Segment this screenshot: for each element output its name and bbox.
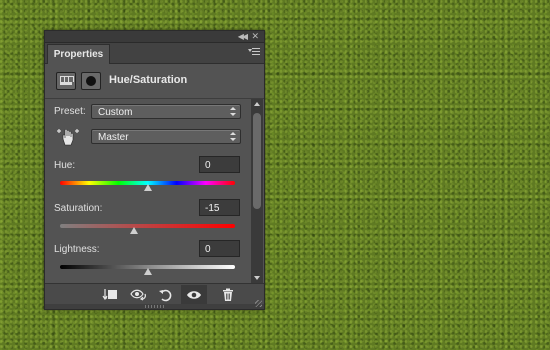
panel-title-bar[interactable]: ◀◀ ✕ (45, 31, 264, 43)
panel-tab-bar: Properties (45, 43, 264, 64)
channel-value: Master (98, 132, 129, 143)
adjustment-title: Hue/Saturation (109, 74, 188, 86)
preset-select[interactable]: Custom (91, 104, 241, 119)
view-previous-state-button[interactable] (125, 285, 151, 305)
scrollbar-thumb[interactable] (253, 113, 261, 209)
channel-select[interactable]: Master (91, 129, 241, 144)
saturation-slider-track[interactable] (60, 224, 235, 228)
panel-footer-toolbar (45, 283, 264, 305)
lightness-input[interactable]: 0 (199, 240, 240, 257)
resize-corner-icon[interactable] (255, 300, 262, 307)
toggle-visibility-button[interactable] (181, 285, 207, 305)
preset-value: Custom (98, 107, 133, 118)
close-icon[interactable]: ✕ (251, 31, 259, 42)
select-arrows-icon (230, 132, 236, 142)
collapse-panel-icon[interactable]: ◀◀ (238, 31, 248, 42)
adjustment-controls: Preset: Custom Master Hue: 0 Saturation:… (45, 99, 251, 283)
layer-mask-icon[interactable] (81, 72, 101, 90)
trash-icon (223, 288, 233, 301)
lightness-slider-thumb[interactable] (143, 268, 152, 275)
lightness-label: Lightness: (54, 244, 100, 255)
hue-label: Hue: (54, 160, 76, 171)
clip-to-layer-icon (102, 289, 117, 301)
tab-properties[interactable]: Properties (47, 44, 110, 64)
scrollbar[interactable] (251, 99, 263, 283)
saturation-label: Saturation: (54, 203, 103, 214)
preset-label: Preset: (54, 106, 86, 117)
panel-resize-grip[interactable] (45, 300, 264, 309)
select-arrows-icon (230, 107, 236, 117)
grip-dots (145, 305, 165, 308)
hue-saturation-adjustment-icon[interactable] (56, 72, 76, 90)
saturation-slider-thumb[interactable] (130, 227, 139, 234)
targeted-adjustment-hand-icon[interactable] (57, 127, 79, 147)
properties-panel: ◀◀ ✕ Properties Hue/Saturation Preset: C… (44, 30, 265, 310)
scroll-up-icon[interactable] (254, 102, 260, 106)
hue-slider-thumb[interactable] (143, 184, 152, 191)
reset-icon (159, 289, 172, 302)
scroll-down-icon[interactable] (254, 276, 260, 280)
adjustment-header: Hue/Saturation (45, 64, 264, 99)
reset-button[interactable] (153, 285, 179, 305)
view-previous-state-icon (130, 289, 146, 301)
eye-icon (187, 291, 201, 299)
delete-adjustment-button[interactable] (215, 285, 241, 305)
saturation-input[interactable]: -15 (199, 199, 240, 216)
clip-to-layer-button[interactable] (97, 285, 123, 305)
panel-menu-icon[interactable] (248, 47, 260, 57)
hue-input[interactable]: 0 (199, 156, 240, 173)
